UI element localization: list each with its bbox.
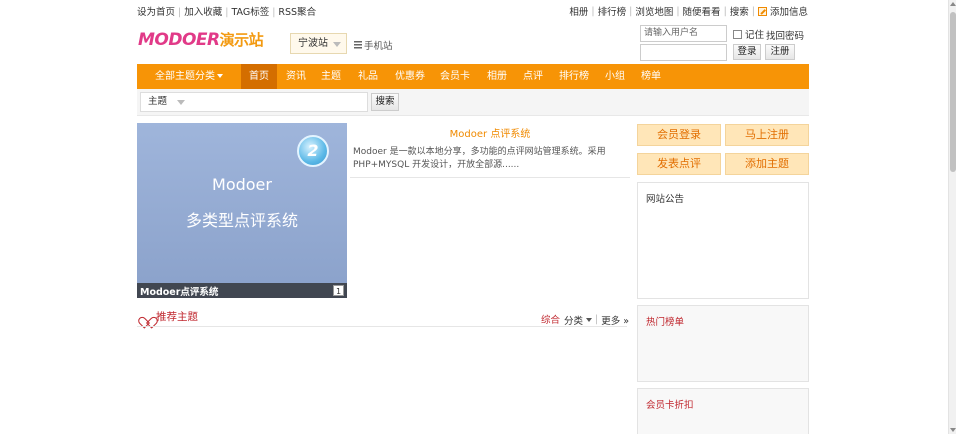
nav-item-review[interactable]: 点评 — [518, 64, 548, 89]
main-nav: 全部主题分类 首页 资讯 主题 礼品 优惠券 会员卡 相册 点评 排行榜 小组 … — [137, 64, 809, 89]
scroll-up-icon[interactable] — [950, 2, 956, 6]
login-button[interactable]: 登录 — [733, 44, 761, 60]
random-link[interactable]: 随便看看 — [683, 4, 721, 18]
all-categories-menu[interactable]: 全部主题分类 — [149, 64, 229, 89]
nav-item-subject[interactable]: 主题 — [316, 64, 346, 89]
ranking-link[interactable]: 排行榜 — [598, 4, 627, 18]
nav-item-coupon[interactable]: 优惠券 — [390, 64, 430, 89]
add-favorite-link[interactable]: 加入收藏 — [184, 7, 222, 18]
nav-item-gift[interactable]: 礼品 — [353, 64, 383, 89]
mobile-icon — [354, 40, 362, 50]
chevron-down-icon — [217, 74, 223, 78]
register-button[interactable]: 注册 — [765, 44, 795, 60]
banner-slide[interactable]: 2 Modoer 多类型点评系统 Modoer点评系统 1 — [137, 123, 347, 298]
nav-item-ranking[interactable]: 排行榜 — [555, 64, 593, 89]
search-button[interactable]: 搜索 — [371, 93, 399, 111]
add-subject-button[interactable]: 添加主题 — [725, 153, 809, 175]
search-input[interactable]: 主题 — [140, 92, 368, 112]
checkbox-icon[interactable] — [733, 29, 742, 39]
divider — [350, 177, 630, 178]
recommend-header: 推荐主题 — [142, 309, 198, 324]
article-desc: Modoer 是一款以本地分享，多功能的点评网站管理系统。采用 PHP+MYSQ… — [353, 147, 606, 170]
scroll-thumb[interactable] — [950, 12, 956, 172]
all-categories-label: 全部主题分类 — [155, 71, 215, 82]
slide-index-button[interactable]: 1 — [333, 285, 344, 296]
nav-item-group[interactable]: 小组 — [600, 64, 630, 89]
logo[interactable]: MODOER演示站 — [138, 29, 264, 50]
dropdown-arrow-icon[interactable] — [177, 100, 185, 105]
map-link[interactable]: 浏览地图 — [635, 4, 673, 18]
banner-title: Modoer — [212, 175, 272, 194]
nav-item-album[interactable]: 相册 — [482, 64, 512, 89]
rss-link[interactable]: RSS聚合 — [278, 7, 316, 18]
top-links-right: 相册 | 排行榜 | 浏览地图 | 随便看看 | 搜索 | 添加信息 — [569, 4, 808, 19]
logo-main: MODOER — [138, 30, 220, 50]
notice-panel: 网站公告 — [637, 182, 809, 299]
quick-register-button[interactable]: 马上注册 — [725, 124, 809, 146]
caption-text: Modoer点评系统 — [140, 287, 219, 298]
album-link[interactable]: 相册 — [569, 4, 588, 18]
card-discount-panel: 会员卡折扣 — [637, 388, 809, 434]
member-login-button[interactable]: 会员登录 — [637, 124, 721, 146]
username-input[interactable]: 请输入用户名 — [640, 25, 727, 42]
tab-all[interactable]: 综合 — [541, 312, 561, 327]
recommend-title: 推荐主题 — [156, 311, 198, 323]
banner-caption: Modoer点评系统 1 — [137, 283, 347, 298]
forgot-password-link[interactable]: 找回密码 — [766, 28, 804, 42]
chevron-down-icon — [586, 317, 593, 322]
edit-icon — [757, 6, 767, 16]
post-review-button[interactable]: 发表点评 — [637, 153, 721, 175]
search-type-label: 主题 — [148, 96, 168, 107]
mobile-site-link[interactable]: 手机站 — [354, 38, 393, 52]
mobile-label: 手机站 — [364, 41, 393, 52]
hot-list-title: 热门榜单 — [646, 317, 685, 328]
remember-label: 记住 — [745, 30, 765, 41]
article-title[interactable]: Modoer 点评系统 — [350, 125, 630, 140]
more-link[interactable]: 更多 » — [601, 313, 629, 327]
password-input[interactable] — [640, 44, 727, 61]
recommend-tabs: 综合 分类 | 更多 » — [541, 312, 630, 327]
add-info-link[interactable]: 添加信息 — [770, 4, 808, 18]
city-selector[interactable]: 宁波站 — [290, 33, 347, 54]
banner-subtitle: 多类型点评系统 — [185, 211, 298, 230]
nav-item-card[interactable]: 会员卡 — [437, 64, 473, 89]
nav-item-home[interactable]: 首页 — [241, 64, 277, 89]
scrollbar[interactable] — [948, 0, 956, 434]
notice-title: 网站公告 — [646, 194, 685, 205]
tag-link[interactable]: TAG标签 — [231, 7, 269, 18]
logo-sub: 演示站 — [219, 31, 264, 49]
divider — [137, 326, 627, 327]
search-link[interactable]: 搜索 — [730, 4, 749, 18]
nav-item-list[interactable]: 榜单 — [636, 64, 666, 89]
nav-item-news[interactable]: 资讯 — [281, 64, 311, 89]
city-label: 宁波站 — [298, 38, 328, 49]
set-home-link[interactable]: 设为首页 — [137, 7, 175, 18]
number-badge: 2 — [297, 135, 329, 167]
heart-icon — [142, 312, 153, 322]
top-links-left: 设为首页 | 加入收藏 | TAG标签 | RSS聚合 — [137, 7, 317, 18]
hot-list-panel: 热门榜单 — [637, 305, 809, 382]
remember-checkbox[interactable]: 记住 — [733, 27, 764, 41]
dropdown-arrow-icon — [333, 42, 341, 47]
tab-category[interactable]: 分类 — [564, 313, 583, 327]
card-discount-title: 会员卡折扣 — [646, 400, 694, 411]
scroll-down-icon[interactable] — [950, 428, 956, 432]
